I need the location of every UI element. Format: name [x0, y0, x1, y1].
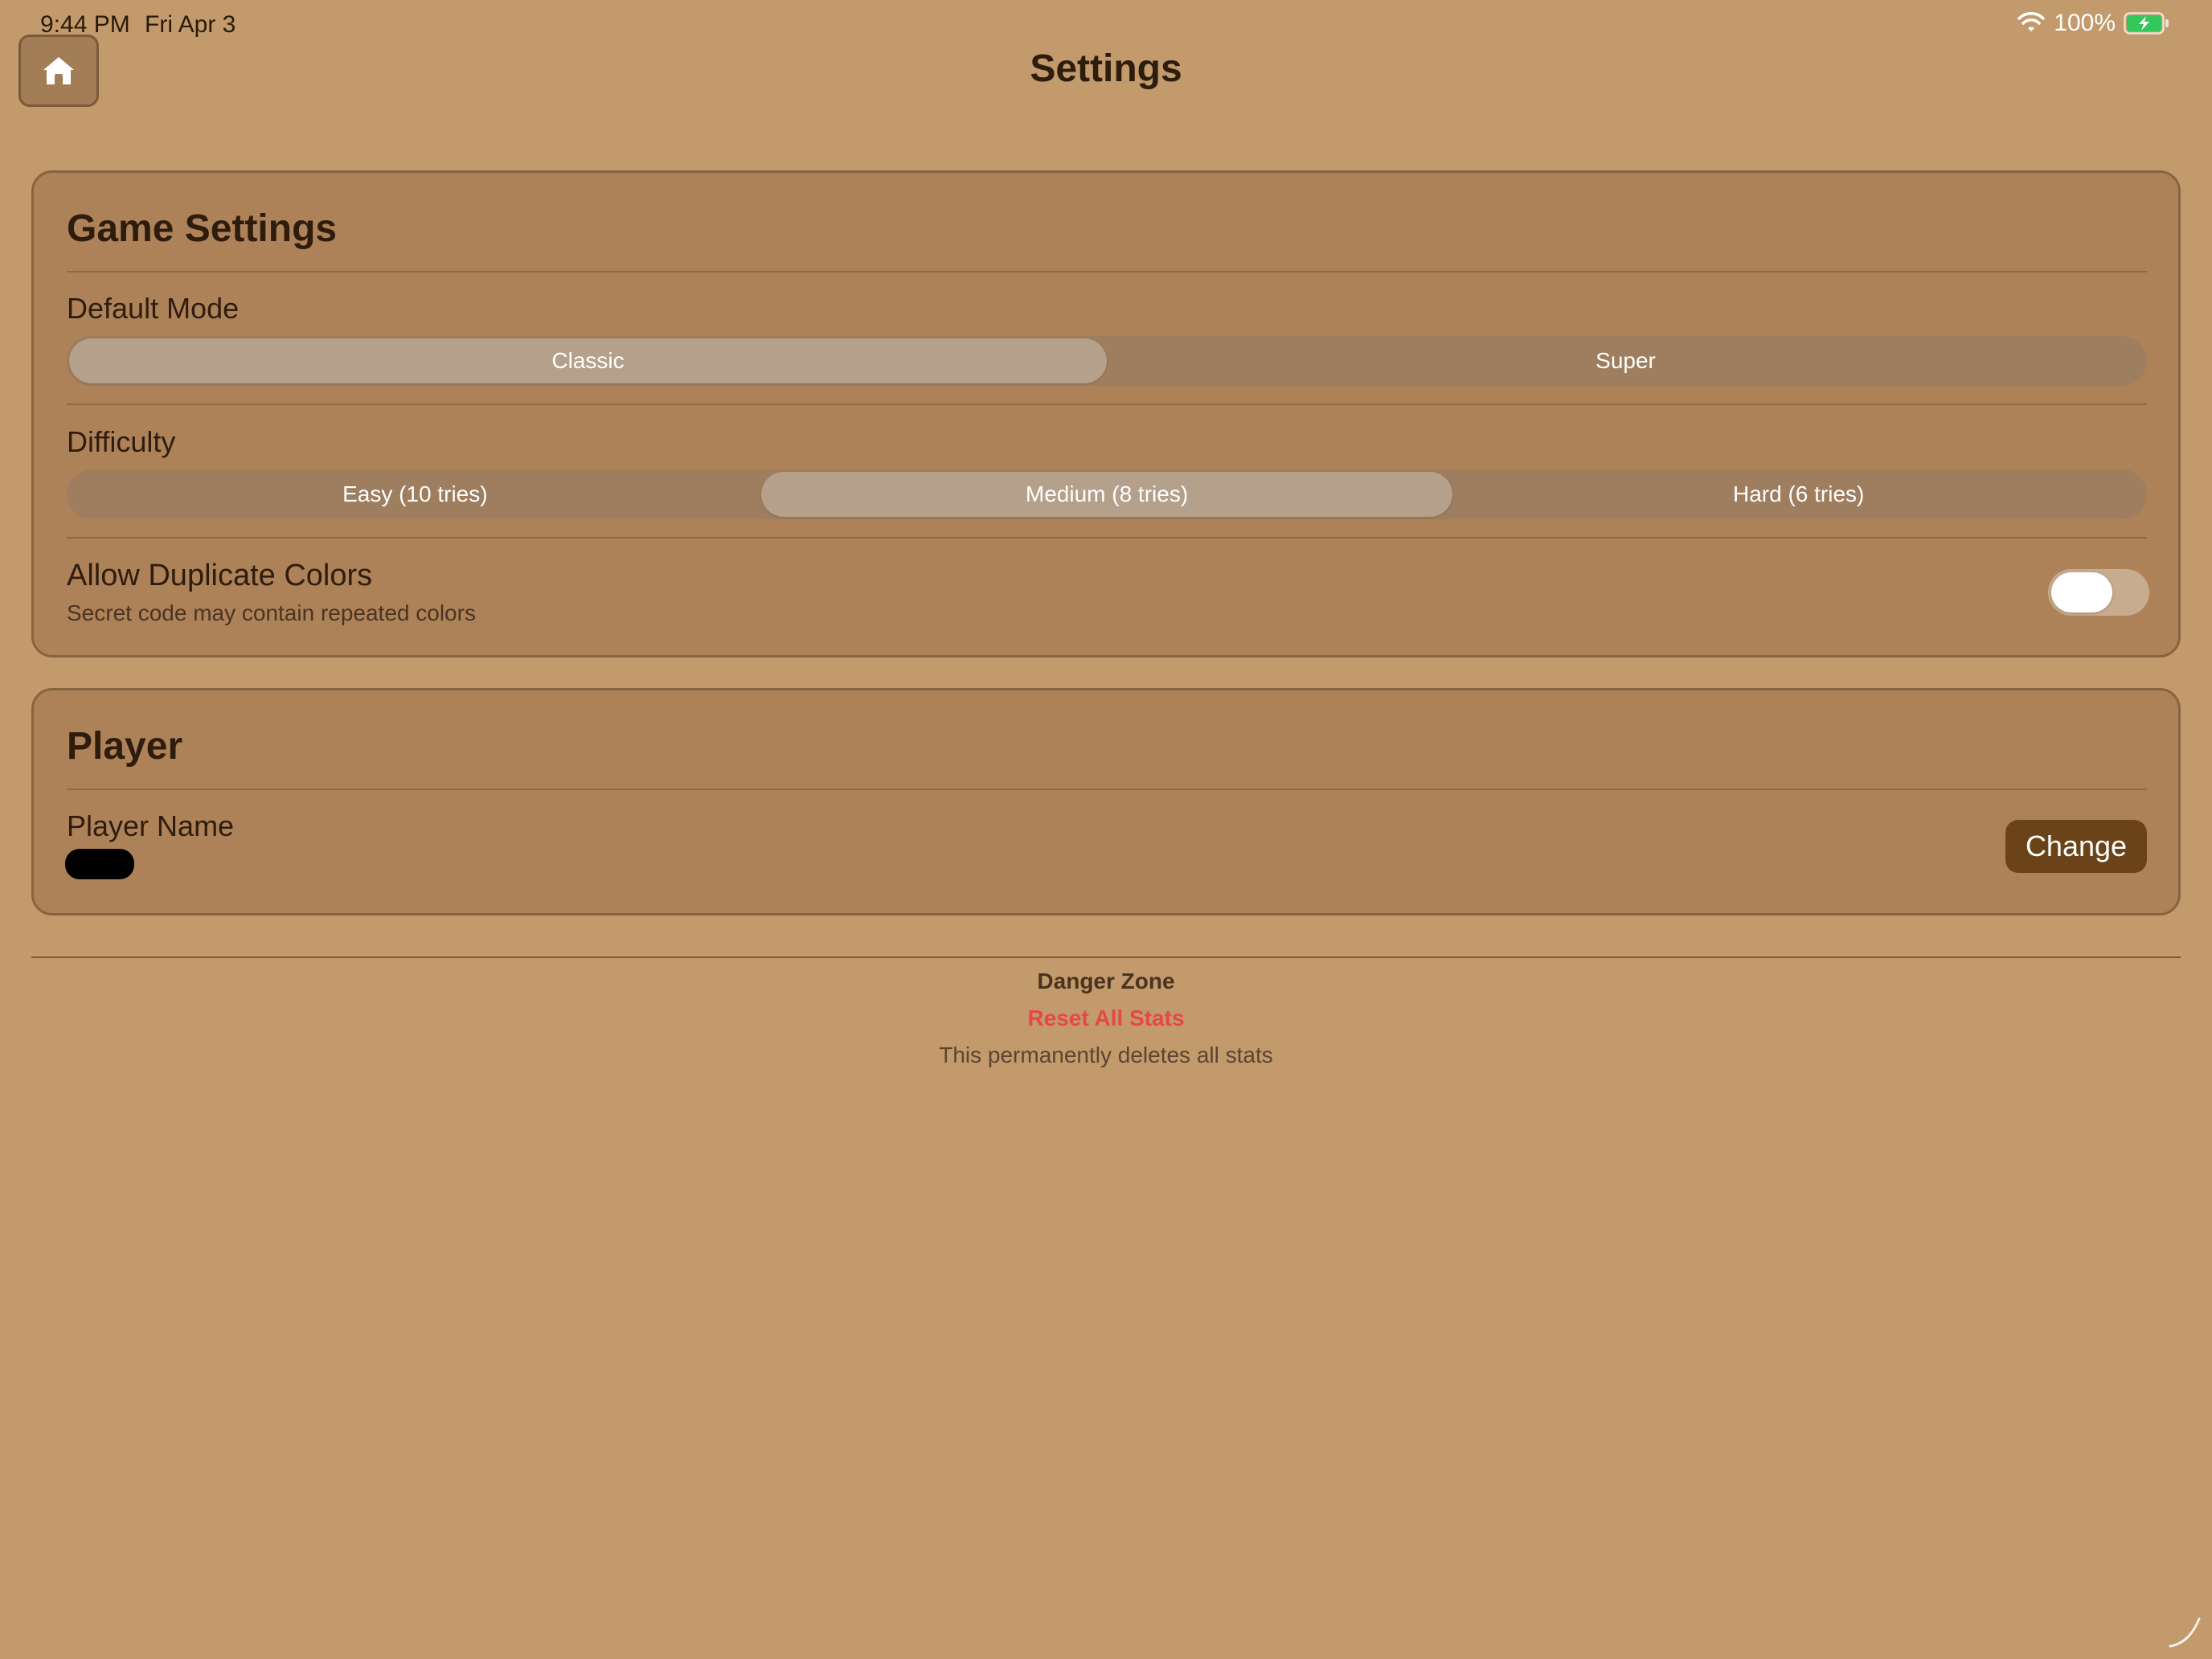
danger-zone-title: Danger Zone — [1037, 969, 1175, 993]
default-mode-segmented-control: Classic Super — [67, 336, 2147, 386]
segment-hard[interactable]: Hard (6 tries) — [1452, 472, 2144, 517]
segment-super[interactable]: Super — [1107, 338, 2144, 383]
divider — [67, 537, 2147, 539]
resize-handle-icon[interactable] — [2165, 1612, 2204, 1651]
game-settings-title: Game Settings — [67, 207, 338, 250]
divider — [67, 789, 2147, 790]
battery-charging-icon — [2124, 12, 2169, 35]
status-date: Fri Apr 3 — [145, 11, 236, 38]
reset-all-stats-button[interactable]: Reset All Stats — [0, 1006, 2212, 1031]
difficulty-label: Difficulty — [67, 425, 176, 458]
player-name-label: Player Name — [67, 809, 235, 842]
divider — [67, 271, 2147, 272]
toggle-knob — [2051, 572, 2112, 612]
player-card: Player Player Name Change — [31, 688, 2181, 916]
allow-duplicates-toggle[interactable] — [2048, 569, 2149, 616]
game-settings-card: Game Settings Default Mode Classic Super… — [31, 170, 2181, 657]
default-mode-label: Default Mode — [67, 292, 240, 325]
allow-duplicates-title: Allow Duplicate Colors — [67, 559, 373, 592]
allow-duplicates-subtitle: Secret code may contain repeated colors — [67, 600, 476, 625]
wifi-icon — [2017, 12, 2046, 31]
segment-easy[interactable]: Easy (10 tries) — [69, 472, 761, 517]
segment-medium[interactable]: Medium (8 tries) — [760, 472, 1453, 517]
battery-percent: 100% — [2054, 10, 2116, 36]
player-title: Player — [67, 725, 183, 768]
settings-screen: 9:44 PM Fri Apr 3 100% Settings Game Set… — [0, 0, 2212, 1659]
difficulty-segmented-control: Easy (10 tries) Medium (8 tries) Hard (6… — [67, 469, 2147, 519]
player-name-value-redacted — [65, 849, 134, 879]
danger-zone-note: This permanently deletes all stats — [939, 1043, 1273, 1067]
page-title: Settings — [1030, 47, 1182, 90]
segment-classic[interactable]: Classic — [69, 338, 1107, 383]
status-right: 100% — [2017, 10, 2170, 37]
danger-zone-divider — [31, 956, 2181, 958]
divider — [67, 403, 2147, 405]
change-name-button[interactable]: Change — [2005, 820, 2147, 873]
status-bar: 9:44 PM Fri Apr 3 100% — [0, 0, 2212, 51]
